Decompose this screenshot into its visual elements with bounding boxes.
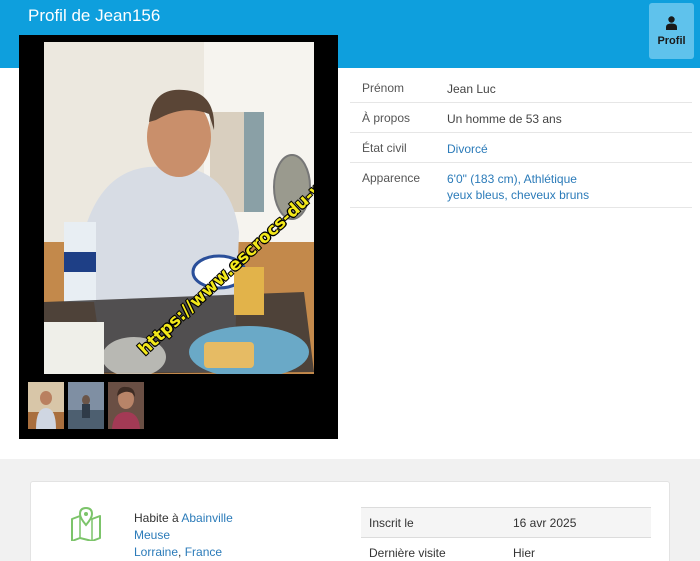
comma-separator: , — [178, 545, 185, 559]
stat-row-inscrit: Inscrit le 16 avr 2025 — [361, 507, 651, 537]
profil-button-label: Profil — [657, 35, 686, 47]
etat-civil-link[interactable]: Divorcé — [447, 141, 488, 157]
detail-value: Un homme de 53 ans — [447, 112, 562, 126]
detail-row-prenom: Prénom Jean Luc — [350, 73, 692, 103]
stat-value: Hier — [513, 546, 536, 560]
detail-row-apparence: Apparence 6'0" (183 cm), Athlétique yeux… — [350, 163, 692, 208]
thumbnail-1[interactable] — [28, 382, 64, 429]
detail-label: Prénom — [362, 81, 405, 95]
apparence-link[interactable]: 6'0" (183 cm), Athlétique yeux bleus, ch… — [447, 171, 589, 203]
map-marker-icon — [71, 507, 101, 541]
profil-button[interactable]: Profil — [649, 3, 694, 59]
detail-row-etat-civil: État civil Divorcé — [350, 133, 692, 163]
detail-value: Jean Luc — [447, 82, 496, 96]
location-text: Habite à Abainville Meuse Lorraine, Fran… — [134, 510, 233, 561]
user-icon — [666, 16, 677, 30]
page-title: Profil de Jean156 — [28, 6, 161, 25]
thumbnail-2[interactable] — [68, 382, 104, 429]
main-profile-photo[interactable]: https://www.escrocs-du-web.fr — [44, 42, 314, 374]
stat-label: Dernière visite — [369, 546, 446, 560]
location-prefix: Habite à — [134, 511, 179, 525]
apparence-line1: 6'0" (183 cm), Athlétique — [447, 172, 577, 186]
stat-row-derniere-visite: Dernière visite Hier — [361, 537, 651, 561]
city-link[interactable]: Abainville — [181, 511, 232, 525]
stat-label: Inscrit le — [369, 516, 414, 530]
country-link[interactable]: France — [185, 545, 222, 559]
department-link[interactable]: Meuse — [134, 528, 170, 542]
apparence-line2: yeux bleus, cheveux bruns — [447, 188, 590, 202]
detail-label: État civil — [362, 141, 407, 155]
stat-value: 16 avr 2025 — [513, 516, 577, 530]
profile-details-table: Prénom Jean Luc À propos Un homme de 53 … — [350, 73, 692, 208]
detail-label: À propos — [362, 111, 411, 125]
detail-row-apropos: À propos Un homme de 53 ans — [350, 103, 692, 133]
membership-stats-table: Inscrit le 16 avr 2025 Dernière visite H… — [361, 507, 651, 561]
detail-label: Apparence — [362, 171, 421, 185]
thumbnail-3[interactable] — [108, 382, 144, 429]
region-link[interactable]: Lorraine — [134, 545, 178, 559]
